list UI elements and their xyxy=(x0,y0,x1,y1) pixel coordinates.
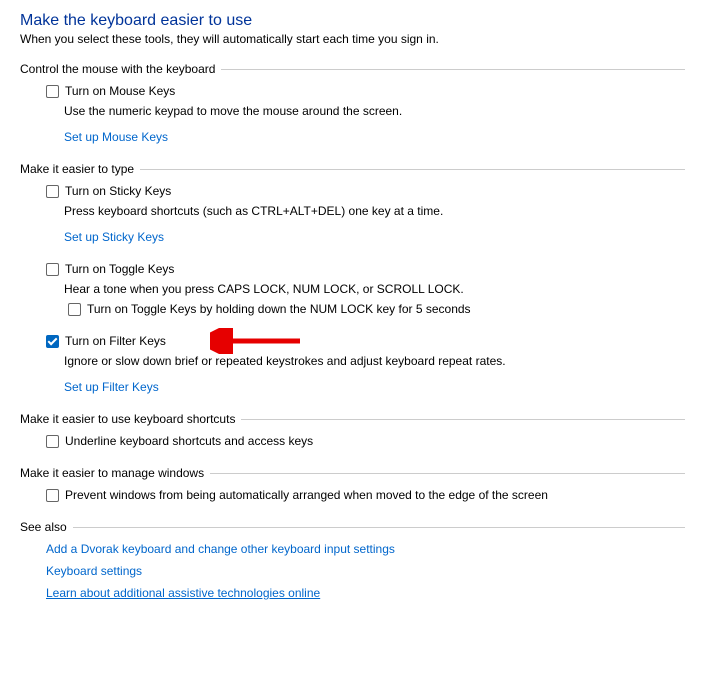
section-header-shortcuts: Make it easier to use keyboard shortcuts xyxy=(20,412,685,426)
checkbox-filter-keys[interactable] xyxy=(46,335,59,348)
section-header-windows: Make it easier to manage windows xyxy=(20,466,685,480)
section-title-seealso: See also xyxy=(20,520,71,534)
label-sticky-keys: Turn on Sticky Keys xyxy=(65,184,171,198)
page-subtitle: When you select these tools, they will a… xyxy=(20,32,685,46)
link-dvorak[interactable]: Add a Dvorak keyboard and change other k… xyxy=(46,542,395,556)
label-filter-keys: Turn on Filter Keys xyxy=(65,334,166,348)
option-sticky-keys[interactable]: Turn on Sticky Keys xyxy=(46,184,685,198)
option-underline[interactable]: Underline keyboard shortcuts and access … xyxy=(46,434,685,448)
option-filter-keys[interactable]: Turn on Filter Keys xyxy=(46,334,685,348)
section-windows: Make it easier to manage windows Prevent… xyxy=(20,466,685,502)
section-title-windows: Make it easier to manage windows xyxy=(20,466,208,480)
link-setup-filter-keys[interactable]: Set up Filter Keys xyxy=(64,380,159,394)
section-shortcuts: Make it easier to use keyboard shortcuts… xyxy=(20,412,685,448)
checkbox-prevent[interactable] xyxy=(46,489,59,502)
option-toggle-keys[interactable]: Turn on Toggle Keys xyxy=(46,262,685,276)
section-header-type: Make it easier to type xyxy=(20,162,685,176)
label-underline: Underline keyboard shortcuts and access … xyxy=(65,434,313,448)
desc-filter-keys: Ignore or slow down brief or repeated ke… xyxy=(64,354,685,368)
section-header-seealso: See also xyxy=(20,520,685,534)
checkbox-sticky-keys[interactable] xyxy=(46,185,59,198)
checkbox-mouse-keys[interactable] xyxy=(46,85,59,98)
divider xyxy=(221,69,685,70)
section-type: Make it easier to type Turn on Sticky Ke… xyxy=(20,162,685,394)
checkbox-toggle-keys[interactable] xyxy=(46,263,59,276)
option-prevent[interactable]: Prevent windows from being automatically… xyxy=(46,488,685,502)
label-toggle-hold: Turn on Toggle Keys by holding down the … xyxy=(87,302,471,316)
desc-mouse-keys: Use the numeric keypad to move the mouse… xyxy=(64,104,685,118)
link-keyboard-settings[interactable]: Keyboard settings xyxy=(46,564,142,578)
label-mouse-keys: Turn on Mouse Keys xyxy=(65,84,175,98)
section-title-mouse: Control the mouse with the keyboard xyxy=(20,62,219,76)
label-prevent: Prevent windows from being automatically… xyxy=(65,488,548,502)
arrow-annotation-icon xyxy=(210,328,310,357)
section-title-type: Make it easier to type xyxy=(20,162,138,176)
page-title: Make the keyboard easier to use xyxy=(20,12,685,30)
option-mouse-keys[interactable]: Turn on Mouse Keys xyxy=(46,84,685,98)
section-title-shortcuts: Make it easier to use keyboard shortcuts xyxy=(20,412,239,426)
divider xyxy=(73,527,685,528)
option-toggle-hold[interactable]: Turn on Toggle Keys by holding down the … xyxy=(68,302,685,316)
checkbox-underline[interactable] xyxy=(46,435,59,448)
divider xyxy=(241,419,685,420)
section-header-mouse: Control the mouse with the keyboard xyxy=(20,62,685,76)
divider xyxy=(210,473,685,474)
section-mouse: Control the mouse with the keyboard Turn… xyxy=(20,62,685,144)
desc-sticky-keys: Press keyboard shortcuts (such as CTRL+A… xyxy=(64,204,685,218)
label-toggle-keys: Turn on Toggle Keys xyxy=(65,262,174,276)
desc-toggle-keys: Hear a tone when you press CAPS LOCK, NU… xyxy=(64,282,685,296)
link-setup-sticky-keys[interactable]: Set up Sticky Keys xyxy=(64,230,164,244)
link-assistive-tech[interactable]: Learn about additional assistive technol… xyxy=(46,586,320,600)
divider xyxy=(140,169,685,170)
checkbox-toggle-hold[interactable] xyxy=(68,303,81,316)
link-setup-mouse-keys[interactable]: Set up Mouse Keys xyxy=(64,130,168,144)
section-seealso: See also Add a Dvorak keyboard and chang… xyxy=(20,520,685,600)
